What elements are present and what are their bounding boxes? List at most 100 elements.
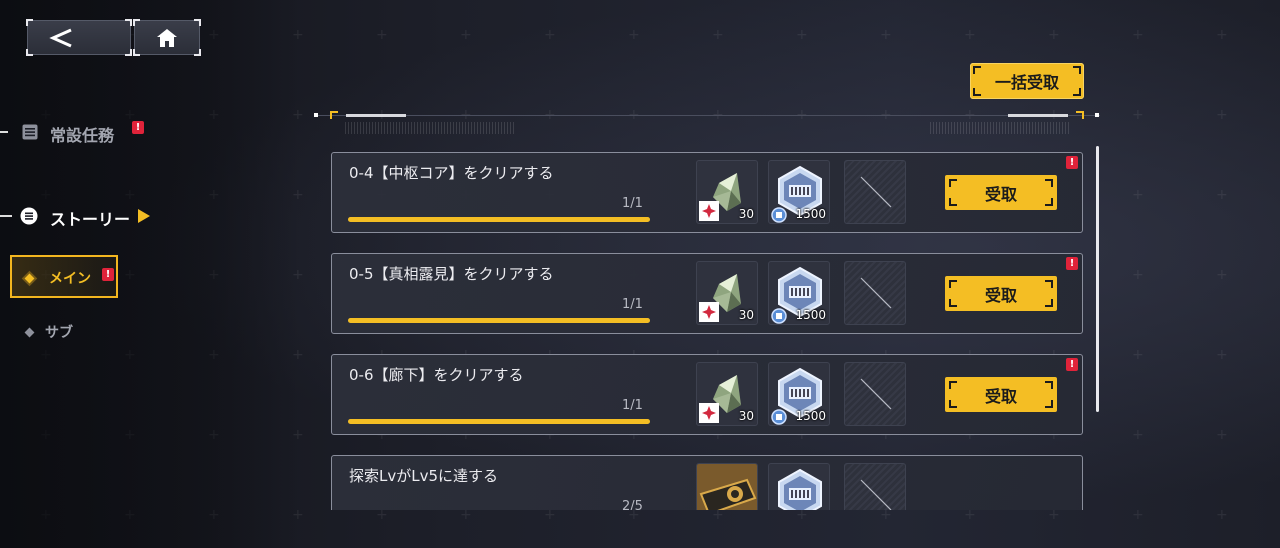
background-plus: + [964,507,976,523]
background-plus: + [1132,347,1144,363]
reward-count: 1500 [795,207,826,221]
background-plus: + [796,27,808,43]
progress-bar [348,318,650,323]
progress-bar [348,217,650,222]
background-plus: + [628,507,640,523]
background-plus: + [1216,187,1228,203]
sidebar-subitem-main[interactable]: メイン ! [10,255,118,298]
reward-slot[interactable]: 30 [696,362,758,426]
background-plus: + [544,507,556,523]
sidebar-item-label: 常設任務 [50,126,115,145]
claim-button[interactable]: 受取 [945,276,1057,311]
triangle-right-icon [138,209,150,223]
task-title: 探索LvがLv5に達する [349,467,499,485]
reward-slot[interactable]: 1500 [768,160,830,224]
reward-slot[interactable] [844,362,906,426]
sidebar-marker [0,131,8,133]
background-plus: + [1216,107,1228,123]
empty-slot-icon [845,176,905,223]
background-plus: + [1132,507,1144,523]
header-divider [315,115,1100,116]
sidebar-item-label: ストーリー [50,210,131,229]
claim-label: 受取 [984,184,1017,204]
background-plus: + [1216,347,1228,363]
task-progress-text: 1/1 [622,297,643,312]
reward-slot[interactable] [768,463,830,510]
home-button[interactable] [133,19,201,56]
scrollbar[interactable] [1096,146,1099,412]
background-plus: + [1132,187,1144,203]
diamond-icon [24,327,35,337]
background-plus: + [1216,507,1228,523]
alert-badge: ! [1066,156,1078,169]
progress-bar [348,419,650,424]
bulk-claim-button[interactable]: 一括受取 [970,63,1084,99]
sidebar-subitem-sub[interactable]: サブ [24,321,73,343]
reward-slot[interactable] [844,160,906,224]
task-title: 0-6【廊下】をクリアする [349,366,524,384]
reward-slot[interactable]: 1500 [768,362,830,426]
sidebar-subitem-label: サブ [45,325,73,341]
claim-label: 受取 [984,386,1017,406]
background-plus: + [1216,427,1228,443]
alert-badge: ! [102,268,114,281]
alert-badge: ! [1066,257,1078,270]
empty-slot-icon [845,378,905,425]
alert-badge: ! [1066,358,1078,371]
background-plus: + [712,507,724,523]
sidebar-subitem-label: メイン [49,271,91,287]
bulk-claim-label: 一括受取 [994,73,1059,92]
progress-bar-fill [348,318,650,323]
reward-count: 30 [738,308,754,322]
background-plus: + [1132,107,1144,123]
background-plus: + [628,27,640,43]
background-plus: + [880,27,892,43]
task-card: 探索LvがLv5に達する 2/5 [331,455,1083,510]
background-plus: + [1216,267,1228,283]
task-progress-text: 1/1 [622,398,643,413]
background-plus: + [712,27,724,43]
task-card: 0-5【真相露見】をクリアする 1/1 30 1500 受取! [331,253,1083,334]
home-icon [157,28,177,47]
progress-bar-fill [348,217,650,222]
reward-slot[interactable]: 1500 [768,261,830,325]
background-plus: + [1132,267,1144,283]
empty-slot-icon [845,277,905,324]
background-plus: + [460,507,472,523]
task-progress-text: 2/5 [622,499,643,510]
reward-count: 30 [738,409,754,423]
back-button[interactable] [26,19,132,56]
background-plus: + [376,27,388,43]
sidebar-marker [0,215,12,217]
task-list: 0-4【中枢コア】をクリアする 1/1 30 1500 受取! 0-5【真相露見】をクリア… [330,150,1090,510]
reward-count: 1500 [795,409,826,423]
task-card: 0-4【中枢コア】をクリアする 1/1 30 1500 受取! [331,152,1083,233]
reward-count: 30 [738,207,754,221]
task-progress-text: 1/1 [622,196,643,211]
background-plus: + [376,507,388,523]
sidebar-item-regular-tasks[interactable]: 常設任務 ! [22,120,152,145]
reward-slot[interactable]: 30 [696,160,758,224]
task-card: 0-6【廊下】をクリアする 1/1 30 1500 受取! [331,354,1083,435]
task-title: 0-4【中枢コア】をクリアする [349,164,554,182]
background-plus: + [1048,27,1060,43]
diamond-icon [24,273,35,283]
claim-button[interactable]: 受取 [945,377,1057,412]
menu-circle-icon [20,207,38,225]
background-plus: + [544,27,556,43]
progress-bar-fill [348,419,650,424]
reward-count: 1500 [795,308,826,322]
sidebar-item-story[interactable]: ストーリー [20,204,160,229]
background-plus: + [880,507,892,523]
reward-slot[interactable] [696,463,758,510]
list-icon [22,124,38,140]
reward-slot[interactable] [844,261,906,325]
background-plus: + [964,27,976,43]
background-plus: + [460,27,472,43]
background-plus: + [1216,27,1228,43]
claim-label: 受取 [984,285,1017,305]
claim-button[interactable]: 受取 [945,175,1057,210]
task-title: 0-5【真相露見】をクリアする [349,265,554,283]
reward-slot[interactable]: 30 [696,261,758,325]
reward-slot[interactable] [844,463,906,510]
